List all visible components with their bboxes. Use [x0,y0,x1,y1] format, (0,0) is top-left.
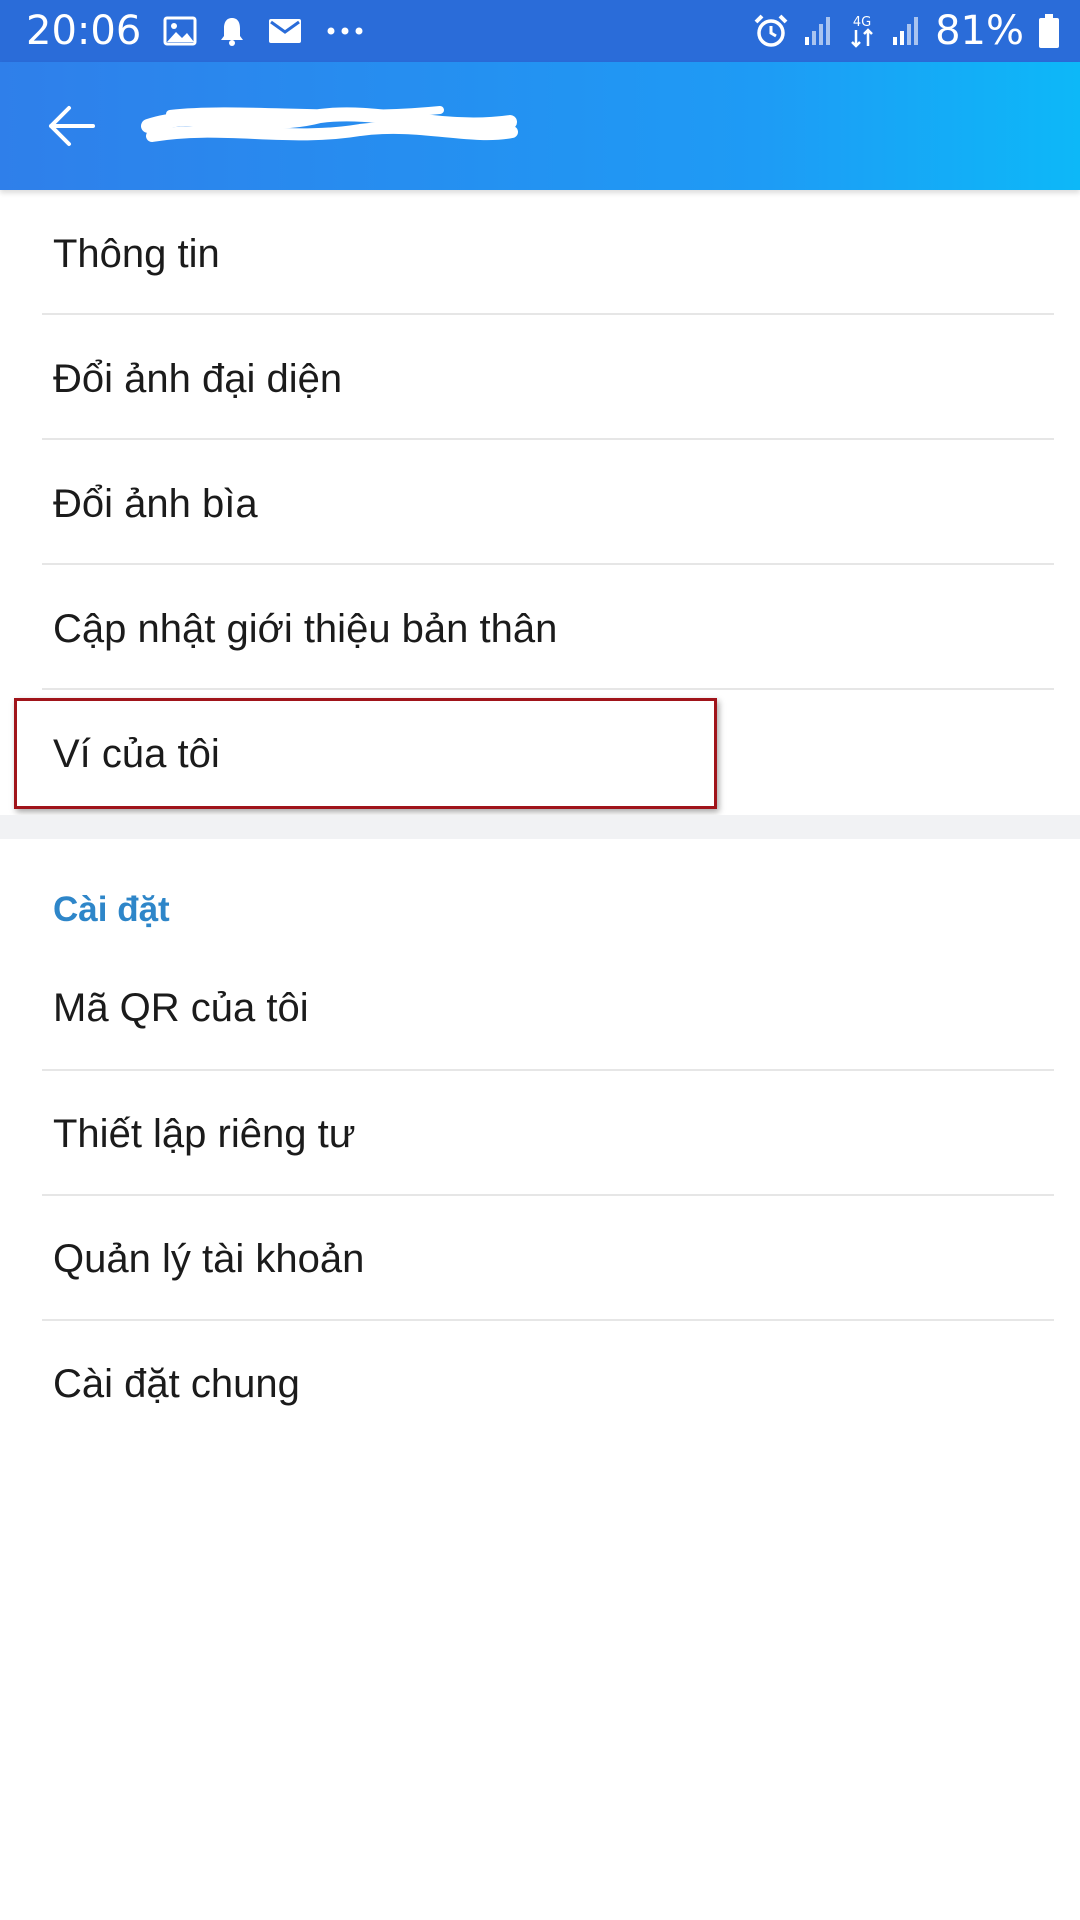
signal-icon [803,15,833,47]
menu-item-thong-tin[interactable]: Thông tin [0,192,1080,317]
arrow-left-icon [49,106,95,146]
status-right: 4G 81% [753,0,1060,62]
menu-item-quan-ly-tai-khoan[interactable]: Quản lý tài khoản [0,1197,1080,1322]
divider [42,563,1054,565]
battery-percent: 81% [935,8,1024,54]
battery-icon [1038,13,1060,49]
divider [42,438,1054,440]
menu-item-label: Thông tin [53,232,220,276]
menu-item-doi-anh-dai-dien[interactable]: Đổi ảnh đại diện [0,317,1080,442]
menu-item-cai-dat-chung[interactable]: Cài đặt chung [0,1322,1080,1447]
divider [42,1069,1054,1071]
section-gap [0,815,1080,839]
status-time: 20:06 [26,8,142,54]
app-bar [0,62,1080,190]
menu-item-label: Thiết lập riêng tư [53,1112,356,1156]
menu-item-label: Quản lý tài khoản [53,1237,365,1281]
more-dots-icon [325,25,365,37]
divider [42,1319,1054,1321]
image-icon [163,16,197,46]
menu-item-label: Cài đặt chung [53,1362,300,1406]
menu-item-label: Đổi ảnh đại diện [53,357,343,401]
mail-icon [267,16,303,46]
menu-item-doi-anh-bia[interactable]: Đổi ảnh bìa [0,442,1080,567]
back-button[interactable] [36,92,108,160]
divider [42,688,1054,690]
divider [42,313,1054,315]
menu-item-label: Mã QR của tôi [53,986,309,1030]
menu-item-label: Cập nhật giới thiệu bản thân [53,607,558,651]
divider [42,1194,1054,1196]
menu-item-label: Đổi ảnh bìa [53,482,258,526]
status-left: 20:06 [26,0,365,62]
signal-icon-2 [891,15,921,47]
menu-item-vi-cua-toi[interactable]: Ví của tôi [0,692,1080,817]
network-label: 4G [853,15,871,30]
alarm-icon [753,13,789,49]
menu-item-ma-qr[interactable]: Mã QR của tôi [0,946,1080,1071]
section-header-cai-dat: Cài đặt [53,890,170,929]
bell-icon [219,16,245,46]
app-title-redacted [141,106,518,142]
status-bar: 20:06 4G 81% [0,0,1080,62]
menu-item-cap-nhat-gioi-thieu[interactable]: Cập nhật giới thiệu bản thân [0,567,1080,692]
menu-item-label: Ví của tôi [53,732,220,776]
network-4g-icon: 4G [847,13,877,49]
menu-item-thiet-lap-rieng-tu[interactable]: Thiết lập riêng tư [0,1072,1080,1197]
